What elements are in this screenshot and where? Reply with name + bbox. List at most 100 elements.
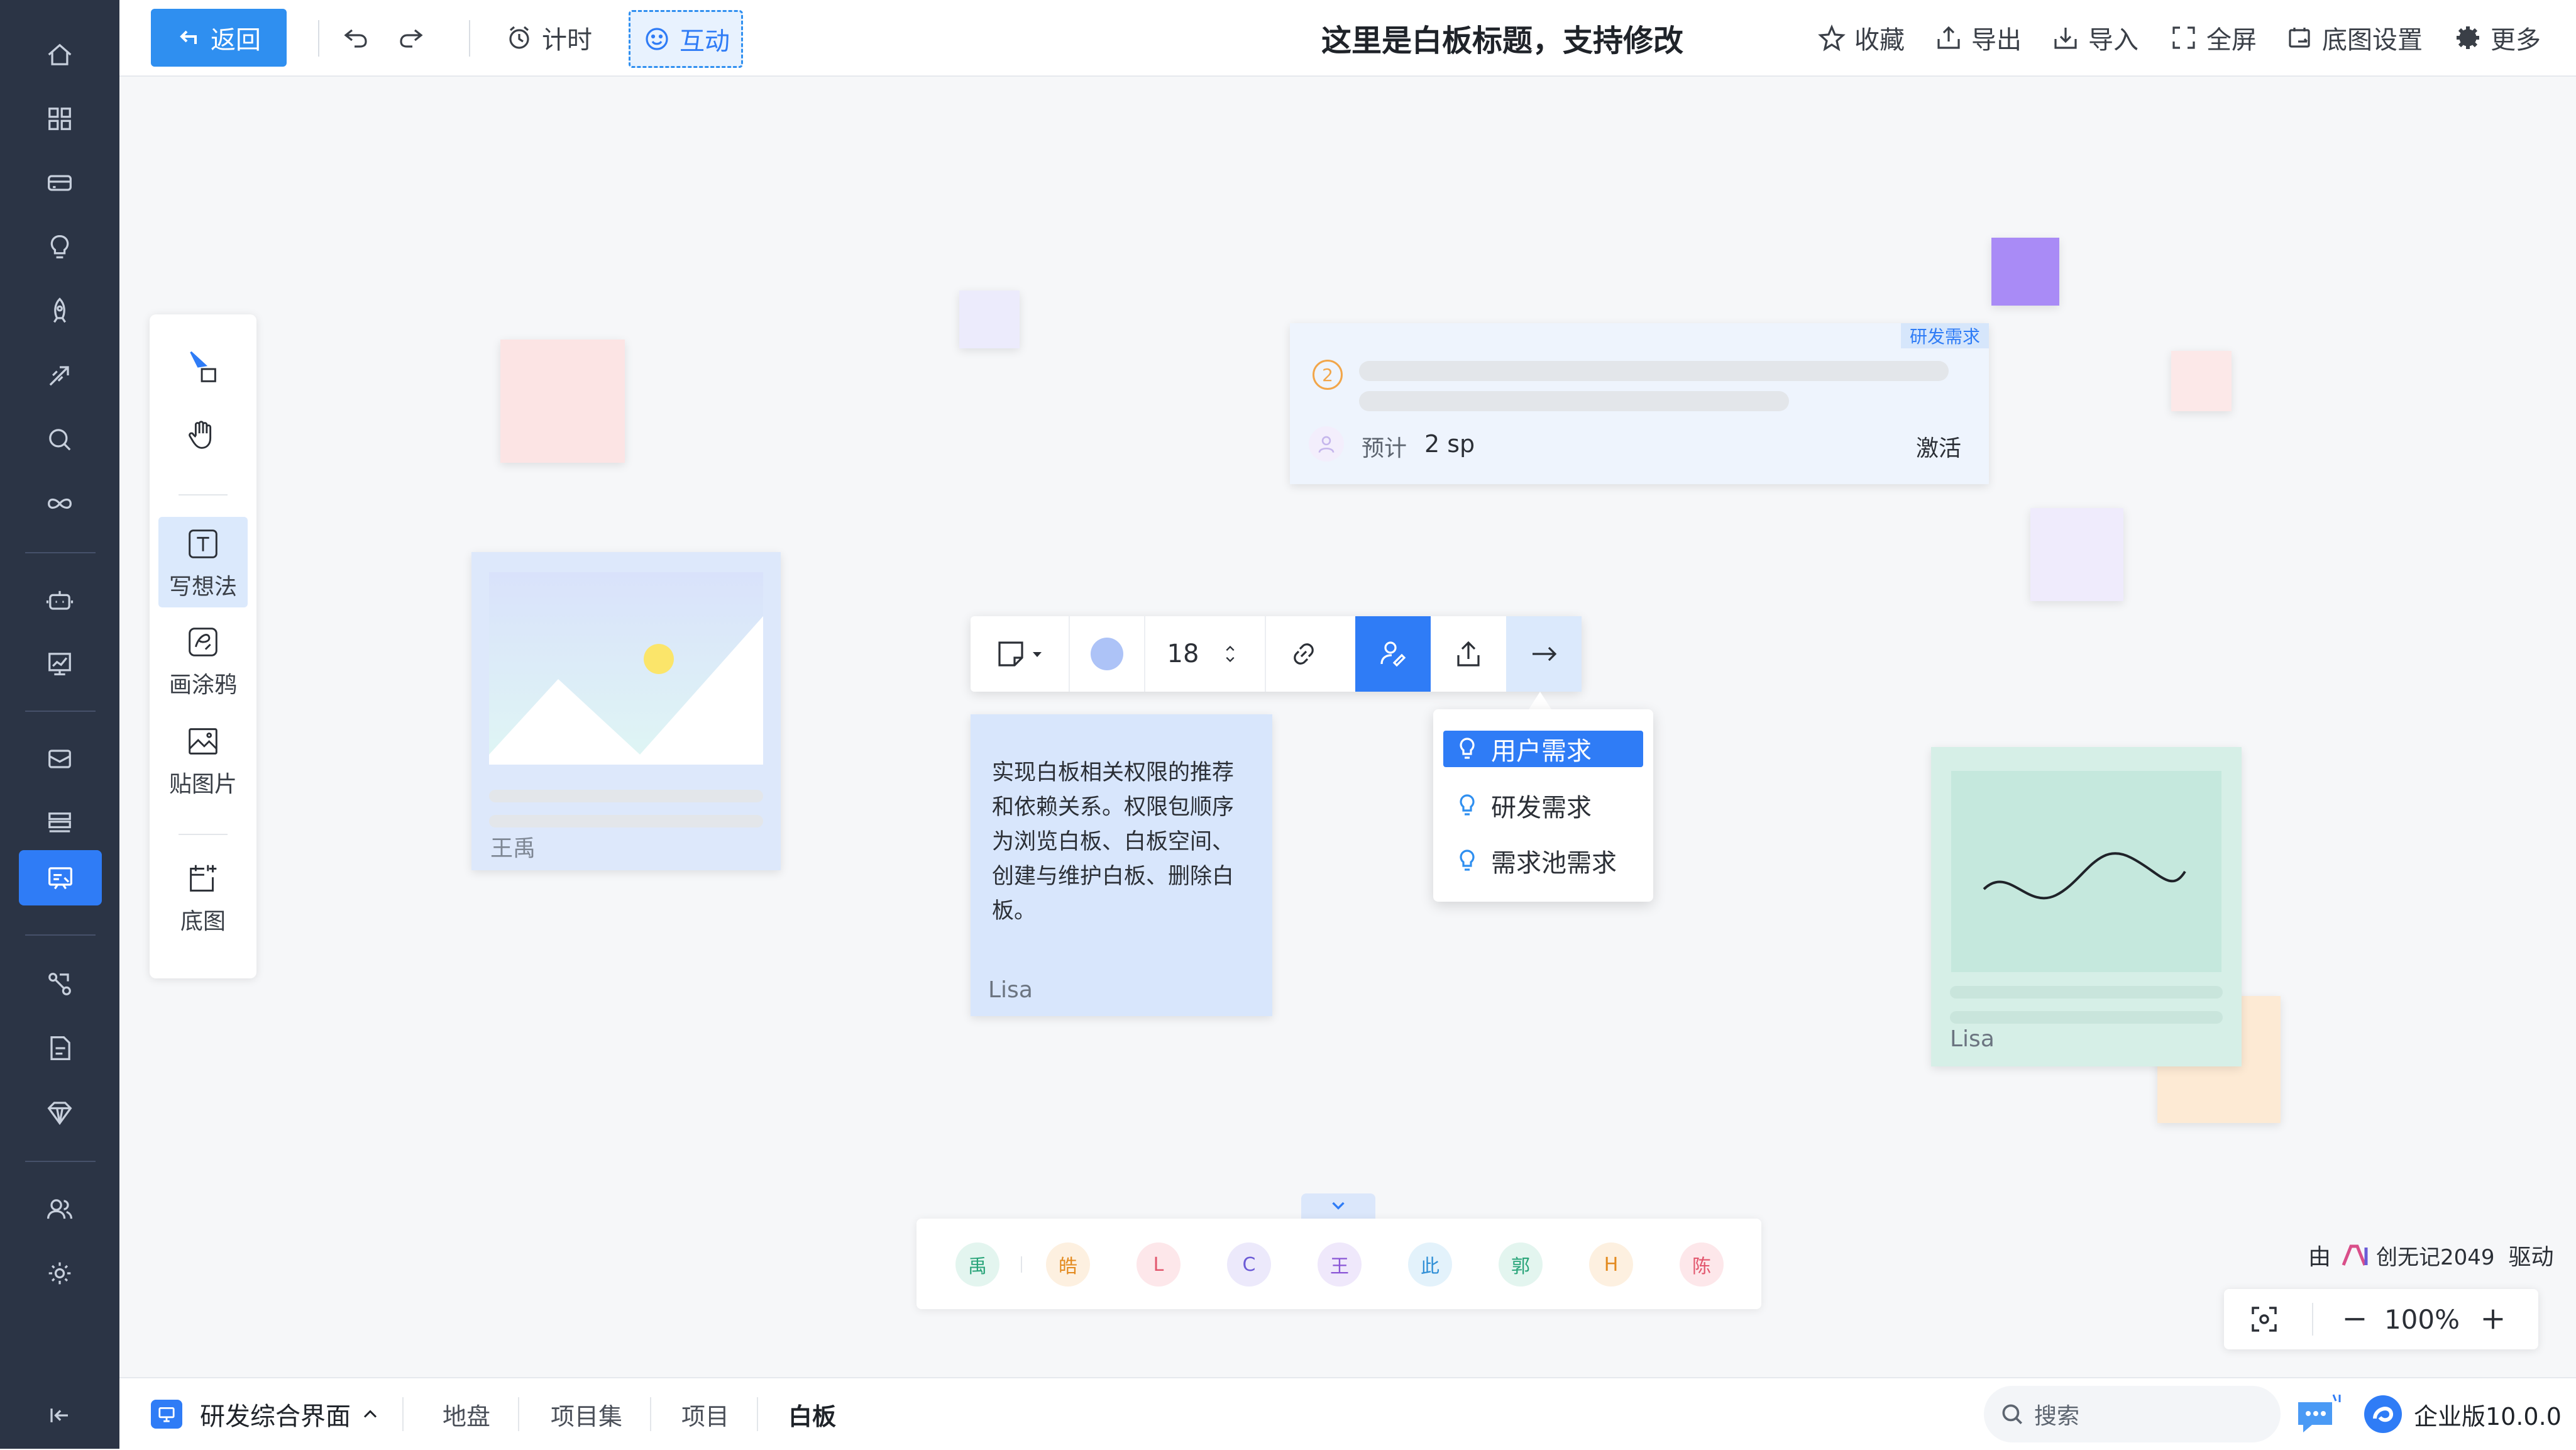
zentao-logo-icon bbox=[2364, 1395, 2402, 1433]
sticky-note-lavender[interactable] bbox=[2030, 508, 2123, 601]
feedback-icon[interactable] bbox=[36, 736, 83, 782]
convert-button[interactable] bbox=[1506, 616, 1582, 692]
search-box[interactable]: 搜索 bbox=[1984, 1386, 2281, 1442]
diamond-icon[interactable] bbox=[36, 1089, 83, 1136]
text-box-icon bbox=[189, 529, 217, 558]
whiteboard-icon[interactable] bbox=[19, 850, 102, 905]
sticky-note-pink[interactable] bbox=[500, 340, 625, 463]
write-idea-tool[interactable]: 写想法 bbox=[158, 517, 248, 607]
tab-program[interactable]: 项目集 bbox=[551, 1378, 622, 1450]
doodle-tool[interactable]: 画涂鸦 bbox=[158, 623, 248, 699]
powered-by: 由 创无记2049 驱动 bbox=[2308, 1239, 2554, 1271]
users-icon[interactable] bbox=[36, 1186, 83, 1232]
timer-label: 计时 bbox=[542, 26, 592, 55]
shape-picker[interactable] bbox=[971, 616, 1069, 692]
back-button[interactable]: 返回 bbox=[151, 9, 287, 67]
image-card[interactable]: 王禹 bbox=[471, 552, 781, 870]
devops-infinity-icon[interactable] bbox=[36, 480, 83, 527]
background-settings-button[interactable]: 底图设置 bbox=[2284, 0, 2423, 75]
select-tool[interactable] bbox=[158, 348, 248, 392]
program-icon[interactable] bbox=[36, 160, 83, 206]
sticky-note-lavender-small[interactable] bbox=[959, 291, 1020, 348]
priority-badge: 2 bbox=[1313, 360, 1343, 390]
tab-project[interactable]: 项目 bbox=[681, 1378, 729, 1450]
color-picker[interactable] bbox=[1070, 616, 1144, 692]
dropdown-pointer bbox=[1529, 692, 1551, 709]
collaborator-avatar[interactable]: H bbox=[1589, 1242, 1633, 1287]
stepper-arrows-icon bbox=[1226, 645, 1235, 663]
ai-chat-button[interactable] bbox=[2296, 1392, 2347, 1437]
assign-button[interactable] bbox=[1355, 616, 1431, 692]
robot-icon[interactable] bbox=[36, 577, 83, 624]
requirement-tag: 研发需求 bbox=[1901, 323, 1989, 348]
collaborator-avatar[interactable]: 此 bbox=[1408, 1242, 1452, 1287]
lightbulb-icon bbox=[1460, 794, 1475, 816]
undo-button[interactable] bbox=[341, 0, 378, 75]
home-icon[interactable] bbox=[36, 31, 83, 78]
collaborator-avatar[interactable]: 皓 bbox=[1046, 1242, 1090, 1287]
collaborator-avatar[interactable]: 郭 bbox=[1499, 1242, 1543, 1287]
paste-image-tool[interactable]: 贴图片 bbox=[158, 722, 248, 799]
menu-item-pool-requirement[interactable]: 需求池需求 bbox=[1443, 843, 1643, 879]
share-button[interactable] bbox=[1431, 616, 1506, 692]
collaborator-avatar[interactable]: 王 bbox=[1318, 1242, 1362, 1287]
sticky-note-purple[interactable] bbox=[1991, 238, 2059, 306]
link-button[interactable] bbox=[1266, 616, 1341, 692]
caret-down-icon bbox=[1033, 652, 1042, 657]
collapse-collaborators-button[interactable] bbox=[1301, 1193, 1375, 1219]
requirement-type-menu: 用户需求 研发需求 需求池需求 bbox=[1433, 709, 1653, 902]
bi-chart-icon[interactable] bbox=[36, 640, 83, 687]
search-icon[interactable] bbox=[36, 416, 83, 463]
note-card[interactable]: 实现白板相关权限的推荐和依赖关系。权限包顺序为浏览白板、白板空间、创建与维护白板… bbox=[971, 714, 1272, 1016]
avatar-divider bbox=[1021, 1256, 1022, 1273]
collaborator-avatar[interactable]: L bbox=[1137, 1242, 1181, 1287]
arrow-right-icon bbox=[1533, 646, 1557, 661]
collaborator-avatar[interactable]: 禹 bbox=[955, 1242, 999, 1287]
product-bulb-icon[interactable] bbox=[36, 224, 83, 270]
board-title[interactable]: 这里是白板标题，支持修改 bbox=[1125, 0, 1880, 75]
left-nav bbox=[0, 0, 119, 1449]
select-cursor-icon bbox=[190, 351, 216, 382]
interact-button[interactable]: 互动 bbox=[629, 10, 743, 68]
export-label: 导出 bbox=[1971, 26, 2022, 55]
collaborator-avatar[interactable]: 陈 bbox=[1680, 1242, 1724, 1287]
fit-view-button[interactable] bbox=[2247, 1302, 2282, 1337]
redo-button[interactable] bbox=[396, 0, 434, 75]
hand-tool[interactable] bbox=[158, 415, 248, 459]
menu-item-user-requirement[interactable]: 用户需求 bbox=[1443, 731, 1643, 767]
sticky-note-pink-small[interactable] bbox=[2171, 351, 2232, 411]
element-toolbar: 18 bbox=[971, 616, 1582, 692]
rocket-icon[interactable] bbox=[36, 288, 83, 335]
font-size-stepper[interactable]: 18 bbox=[1145, 616, 1265, 692]
kanban-icon[interactable] bbox=[36, 800, 83, 846]
sprint-icon[interactable] bbox=[36, 352, 83, 399]
document-icon[interactable] bbox=[36, 1025, 83, 1071]
doodle-drawing bbox=[1951, 771, 2221, 972]
favorite-button[interactable]: 收藏 bbox=[1817, 0, 1905, 75]
font-size-value: 18 bbox=[1167, 639, 1199, 668]
export-button[interactable]: 导出 bbox=[1934, 0, 2022, 75]
workspace-switcher[interactable]: 研发综合界面 bbox=[200, 1378, 380, 1450]
collapse-nav-icon[interactable] bbox=[36, 1392, 83, 1439]
bottom-bar: 研发综合界面 地盘 项目集 项目 白板 搜索 企业版10.0.0 bbox=[119, 1377, 2576, 1450]
zoom-out-button[interactable] bbox=[2337, 1302, 2372, 1337]
timer-button[interactable]: 计时 bbox=[504, 0, 592, 75]
doodle-card[interactable]: Lisa bbox=[1931, 747, 2242, 1066]
collaborator-avatar[interactable]: C bbox=[1227, 1242, 1271, 1287]
flow-icon[interactable] bbox=[36, 961, 83, 1007]
menu-item-dev-requirement[interactable]: 研发需求 bbox=[1443, 787, 1643, 824]
tab-dashboard[interactable]: 地盘 bbox=[443, 1378, 490, 1450]
requirement-card[interactable]: 研发需求 2 预计 2 sp 激活 bbox=[1290, 323, 1989, 484]
fullscreen-button[interactable]: 全屏 bbox=[2169, 0, 2257, 75]
grid-icon[interactable] bbox=[36, 96, 83, 142]
fit-view-icon bbox=[2252, 1307, 2277, 1332]
more-label: 更多 bbox=[2491, 26, 2541, 55]
import-button[interactable]: 导入 bbox=[2050, 0, 2138, 75]
brand-logo bbox=[2362, 1393, 2404, 1435]
settings-gear-icon[interactable] bbox=[36, 1250, 83, 1297]
zoom-in-button[interactable] bbox=[2475, 1302, 2511, 1337]
tab-whiteboard[interactable]: 白板 bbox=[788, 1378, 836, 1450]
background-tool[interactable]: 底图 bbox=[158, 859, 248, 936]
ai-chat-icon bbox=[2298, 1394, 2341, 1432]
more-button[interactable]: 更多 bbox=[2453, 0, 2541, 75]
